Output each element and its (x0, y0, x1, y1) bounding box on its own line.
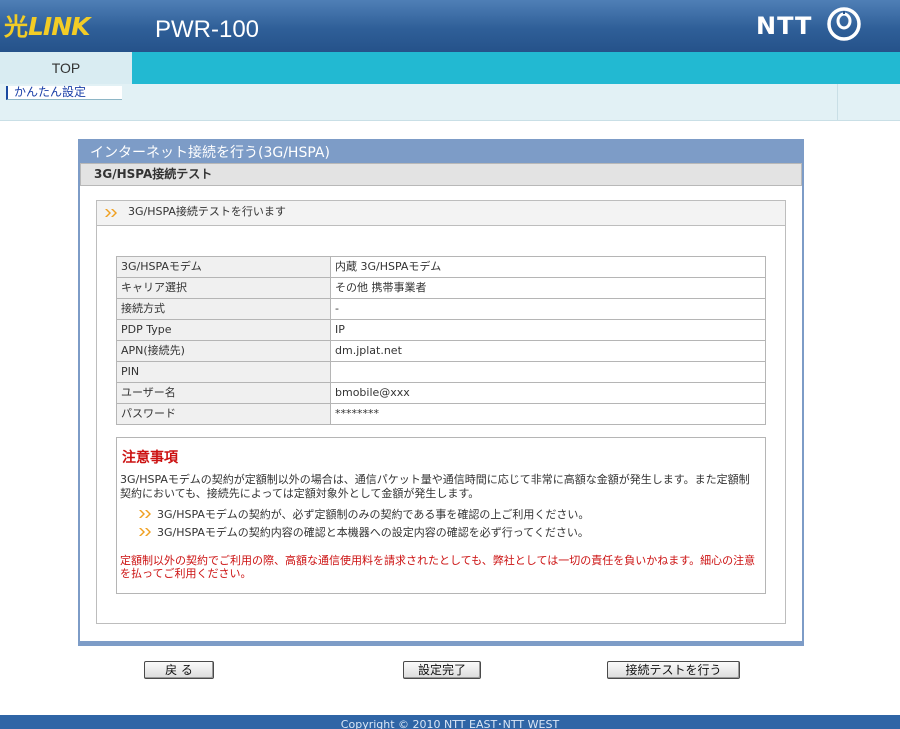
table-row: パスワード ******** (116, 403, 766, 425)
setting-key: 接続方式 (116, 298, 331, 320)
footer-copyright: Copyright © 2010 NTT EAST･NTT WEST (0, 715, 900, 729)
hikari-logo-mark: 光 (4, 13, 28, 41)
caution-bullet: 3G/HSPAモデムの契約が、必ず定額制のみの契約である事を確認の上ご利用くださ… (138, 508, 589, 522)
table-row: APN(接続先) dm.jplat.net (116, 340, 766, 362)
double-chevron-right-icon (138, 509, 152, 519)
double-chevron-right-icon (104, 207, 118, 217)
connection-test-button[interactable]: 接続テストを行う (607, 661, 740, 679)
setting-key: キャリア選択 (116, 277, 331, 299)
back-button[interactable]: 戻 る (144, 661, 214, 679)
subtab-easy-setup[interactable]: かんたん設定 (6, 86, 122, 100)
device-model: PWR-100 (155, 16, 260, 43)
sub-nav-divider (837, 84, 838, 120)
caution-bullet: 3G/HSPAモデムの契約内容の確認と本機器への設定内容の確認を必ず行ってくださ… (138, 526, 589, 540)
settings-table: 3G/HSPAモデム 内蔵 3G/HSPAモデム キャリア選択 その他 携帯事業者 … (116, 256, 766, 425)
setting-value: bmobile@xxx (330, 382, 766, 404)
table-row: ユーザー名 bmobile@xxx (116, 382, 766, 404)
table-row: 3G/HSPAモデム 内蔵 3G/HSPAモデム (116, 256, 766, 278)
logo-text: LINK (28, 12, 91, 41)
setting-key: APN(接続先) (116, 340, 331, 362)
liability-warning: 定額制以外の契約でご利用の際、高額な通信使用料を請求されたとしても、弊社としては… (120, 554, 756, 580)
setting-value (330, 361, 766, 383)
content-heading: 3G/HSPA接続テストを行います (128, 205, 286, 218)
setting-value: ******** (330, 403, 766, 425)
setting-key: パスワード (116, 403, 331, 425)
ntt-brand: NTT (756, 12, 813, 40)
ntt-logo-icon (827, 7, 861, 41)
caution-body: 3G/HSPAモデムの契約が定額制以外の場合は、通信パケット量や通信時間に応じて… (120, 473, 750, 500)
setting-key: PIN (116, 361, 331, 383)
setting-value: その他 携帯事業者 (330, 277, 766, 299)
table-row: 接続方式 - (116, 298, 766, 320)
table-row: PIN (116, 361, 766, 383)
sub-nav-bar (0, 84, 900, 121)
finish-setup-button[interactable]: 設定完了 (403, 661, 481, 679)
setting-value: 内蔵 3G/HSPAモデム (330, 256, 766, 278)
double-chevron-right-icon (138, 527, 152, 537)
setting-key: ユーザー名 (116, 382, 331, 404)
setting-value: IP (330, 319, 766, 341)
table-row: PDP Type IP (116, 319, 766, 341)
setting-key: 3G/HSPAモデム (116, 256, 331, 278)
setting-key: PDP Type (116, 319, 331, 341)
tab-top[interactable]: TOP (0, 52, 132, 84)
table-row: キャリア選択 その他 携帯事業者 (116, 277, 766, 299)
setting-value: dm.jplat.net (330, 340, 766, 362)
tab-bar (0, 52, 900, 84)
caution-bullet-text: 3G/HSPAモデムの契約が、必ず定額制のみの契約である事を確認の上ご利用くださ… (157, 508, 590, 521)
link-logo: 光LINK (4, 8, 108, 46)
section-title: 3G/HSPA接続テスト (94, 167, 213, 181)
setting-value: - (330, 298, 766, 320)
page-title: インターネット接続を行う(3G/HSPA) (90, 145, 330, 161)
caution-title: 注意事項 (122, 450, 178, 466)
caution-bullet-text: 3G/HSPAモデムの契約内容の確認と本機器への設定内容の確認を必ず行ってくださ… (157, 526, 589, 539)
